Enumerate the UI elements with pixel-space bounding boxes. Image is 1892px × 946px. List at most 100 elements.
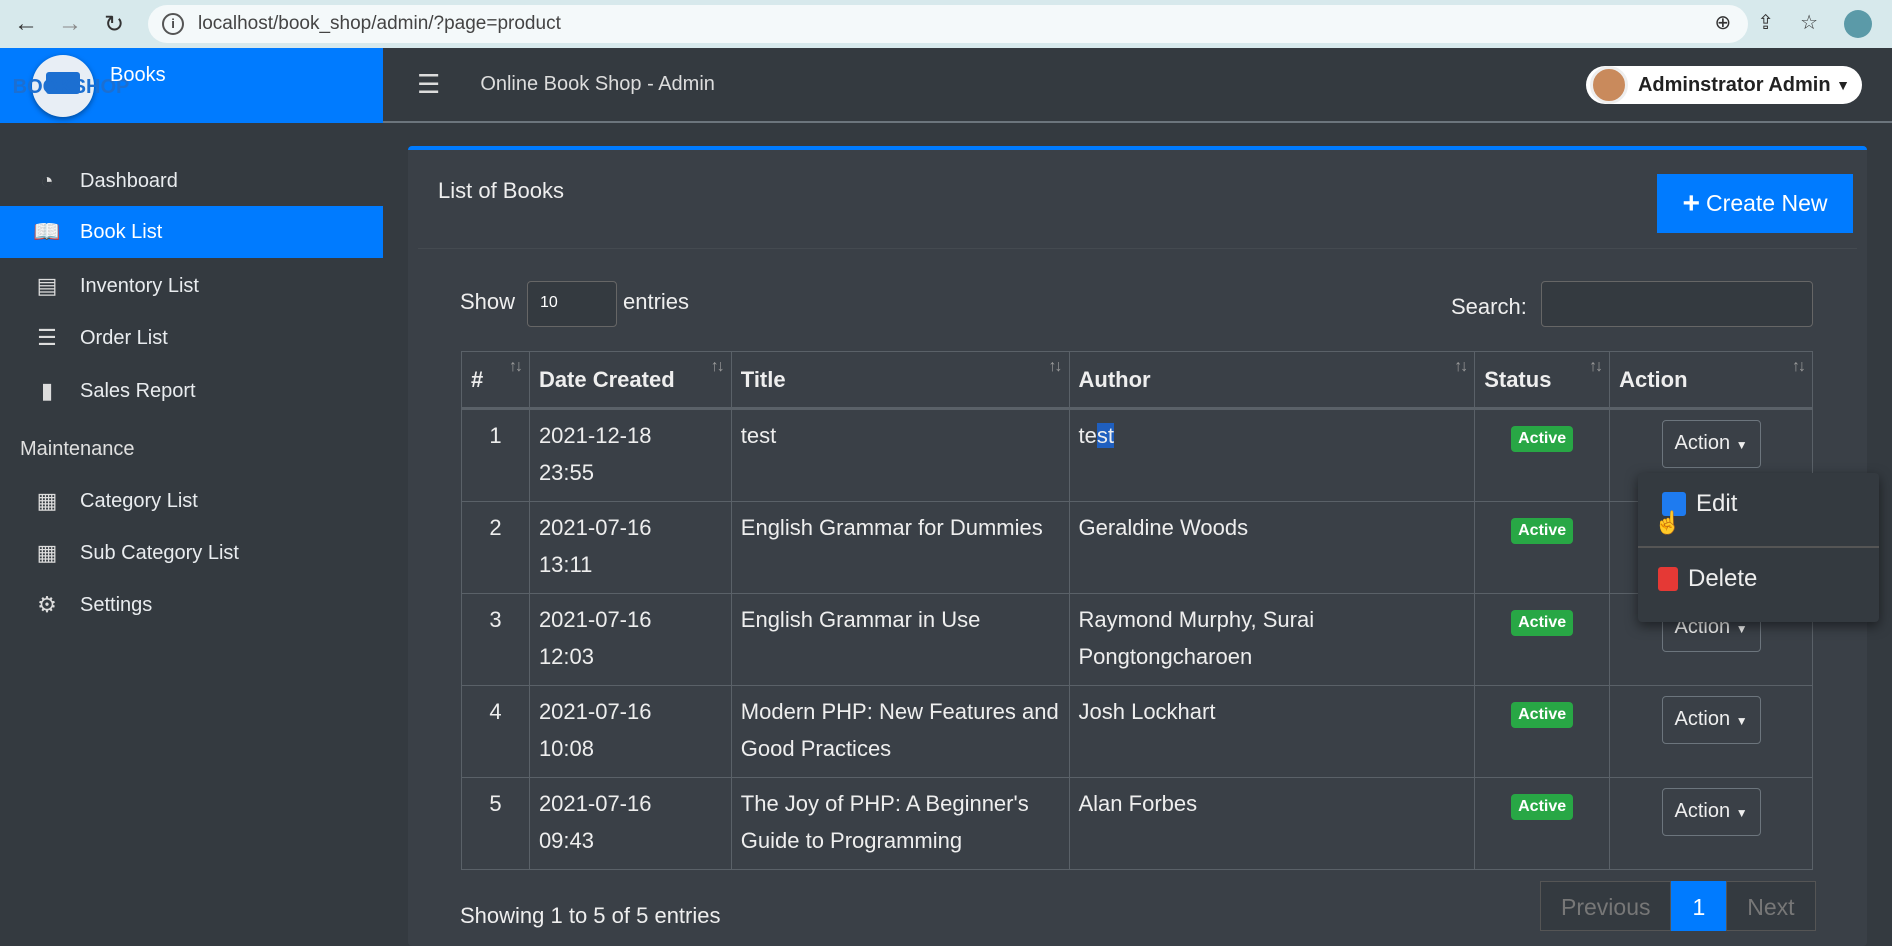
sidebar-item-sales-report[interactable]: ▮ Sales Report [0, 365, 383, 417]
back-icon[interactable]: ← [4, 10, 48, 38]
action-dropdown-button[interactable]: Action ▼ [1661, 420, 1761, 468]
sort-icon: ↑↓ [1454, 358, 1468, 375]
column-header-title[interactable]: Title ↑↓ [730, 351, 1070, 410]
status-cell: Active [1474, 408, 1611, 502]
column-header-date-created[interactable]: Date Created ↑↓ [528, 351, 732, 410]
clipboard-list-icon: ▤ [36, 273, 58, 298]
next-page-button[interactable]: Next [1726, 881, 1816, 931]
brand[interactable]: BOOKSHOP Books [0, 48, 383, 123]
list-icon: ☰ [37, 325, 57, 350]
pagination: Previous 1 Next [1540, 881, 1816, 931]
search-label: Search: [1451, 294, 1527, 319]
trash-icon [1658, 567, 1678, 591]
caret-down-icon: ▼ [1735, 438, 1748, 452]
search-input[interactable] [1541, 281, 1813, 327]
status-badge: Active [1511, 610, 1574, 636]
row-number: 4 [461, 685, 530, 778]
sidebar-item-dashboard[interactable]: ◔ Dashboard [0, 155, 383, 207]
book-title: English Grammar for Dummies [730, 501, 1070, 594]
column-header-status[interactable]: Status ↑↓ [1474, 351, 1611, 410]
sidebar-item-order-list[interactable]: ☰ Order List [0, 312, 383, 364]
table-icon: ▦ [36, 488, 58, 513]
create-new-button[interactable]: + Create New [1657, 174, 1853, 233]
row-number: 5 [461, 777, 530, 870]
table-row: 5 2021-07-16 09:43 The Joy of PHP: A Begi… [461, 777, 1813, 870]
status-cell: Active [1474, 501, 1611, 594]
caret-down-icon: ▼ [1836, 77, 1850, 93]
address-bar[interactable]: i localhost/book_shop/admin/?page=product [148, 5, 1748, 43]
action-cell: Action ▼ [1609, 685, 1813, 778]
page-1-button[interactable]: 1 [1671, 881, 1727, 931]
zoom-icon[interactable]: ⊕ [1715, 10, 1732, 38]
browser-toolbar: ← → ↻ i localhost/book_shop/admin/?page=p… [0, 0, 1892, 48]
book-title: test [730, 408, 1070, 502]
divider [418, 248, 1857, 249]
caret-down-icon: ▼ [1735, 806, 1748, 820]
plus-icon: + [1682, 186, 1701, 220]
app-title: Online Book Shop - Admin [480, 73, 715, 95]
table-row: 4 2021-07-16 10:08 Modern PHP: New Featur… [461, 685, 1813, 778]
book-title: Modern PHP: New Features and Good Practi… [730, 685, 1070, 778]
sidebar-section-maintenance: Maintenance [20, 438, 135, 460]
book-title: English Grammar in Use [730, 593, 1070, 686]
info-icon[interactable]: i [162, 13, 184, 35]
url-text: localhost/book_shop/admin/?page=product [198, 13, 561, 34]
row-number: 1 [461, 408, 530, 502]
entries-label: entries [623, 289, 690, 314]
user-menu[interactable]: Adminstrator Admin ▼ [1585, 66, 1862, 104]
books-table: # ↑↓ Date Created ↑↓ Title ↑↓ Author ↑↓ Stat… [461, 351, 1813, 870]
star-icon[interactable]: ☆ [1800, 10, 1818, 38]
status-cell: Active [1474, 685, 1611, 778]
status-cell: Active [1474, 777, 1611, 870]
sort-icon: ↑↓ [710, 358, 725, 375]
book-author: Alan Forbes [1068, 777, 1476, 870]
table-icon: ▦ [36, 540, 58, 565]
top-navbar: ☰ Online Book Shop - Admin Adminstrator … [383, 48, 1892, 123]
caret-down-icon: ▼ [1735, 714, 1748, 728]
previous-page-button[interactable]: Previous [1540, 881, 1672, 931]
action-dropdown-button[interactable]: Action ▼ [1661, 696, 1761, 744]
action-cell: Action ▼ [1609, 777, 1813, 870]
book-author: Josh Lockhart [1068, 685, 1476, 778]
table-info: Showing 1 to 5 of 5 entries [460, 903, 721, 928]
share-icon[interactable]: ⇪ [1757, 10, 1774, 38]
status-badge: Active [1511, 518, 1574, 544]
sidebar: BOOKSHOP Books ◔ Dashboard 📖 Book List ▤ In… [0, 48, 383, 925]
hamburger-menu-icon[interactable]: ☰ [417, 69, 440, 100]
sidebar-item-book-list[interactable]: 📖 Book List [0, 206, 383, 258]
date-created: 2021-07-16 12:03 [528, 593, 732, 686]
selected-text: st [1096, 423, 1114, 448]
sort-icon: ↑↓ [1589, 358, 1603, 375]
status-badge: Active [1511, 426, 1574, 452]
column-header-number[interactable]: # ↑↓ [461, 351, 530, 410]
card-title: List of Books [438, 178, 564, 203]
brand-name: Books [110, 64, 166, 86]
sidebar-item-sub-category-list[interactable]: ▦ Sub Category List [0, 527, 383, 579]
row-number: 2 [461, 501, 530, 594]
sidebar-item-settings[interactable]: ⚙ Settings [0, 579, 383, 631]
book-author: Raymond Murphy, Surai Pongtongcharoen [1068, 593, 1476, 686]
status-cell: Active [1474, 593, 1611, 686]
avatar [1589, 66, 1628, 104]
sort-icon: ↑↓ [1048, 358, 1063, 375]
entries-select[interactable]: 10 [527, 281, 617, 327]
action-dropdown-menu: Edit Delete [1638, 473, 1879, 622]
column-header-author[interactable]: Author ↑↓ [1068, 351, 1476, 410]
table-row: 3 2021-07-16 12:03 English Grammar in Use… [461, 593, 1813, 686]
forward-icon[interactable]: → [48, 10, 92, 38]
reload-icon[interactable]: ↻ [92, 10, 136, 39]
logo: BOOKSHOP [13, 54, 129, 117]
action-dropdown-button[interactable]: Action ▼ [1661, 788, 1761, 836]
table-row: 2 2021-07-16 13:11 English Grammar for Du… [461, 501, 1813, 594]
date-created: 2021-07-16 10:08 [528, 685, 732, 778]
sidebar-item-category-list[interactable]: ▦ Category List [0, 475, 383, 527]
profile-icon[interactable] [1844, 10, 1872, 38]
divider [1638, 546, 1879, 548]
book-author: Geraldine Woods [1068, 501, 1476, 594]
file-icon: ▮ [40, 378, 54, 403]
sidebar-item-inventory-list[interactable]: ▤ Inventory List [0, 260, 383, 312]
delete-menu-item[interactable]: Delete [1658, 565, 1757, 593]
show-label: Show [460, 289, 516, 314]
sort-icon: ↑↓ [1792, 358, 1806, 375]
column-header-action[interactable]: Action ↑↓ [1609, 351, 1813, 410]
